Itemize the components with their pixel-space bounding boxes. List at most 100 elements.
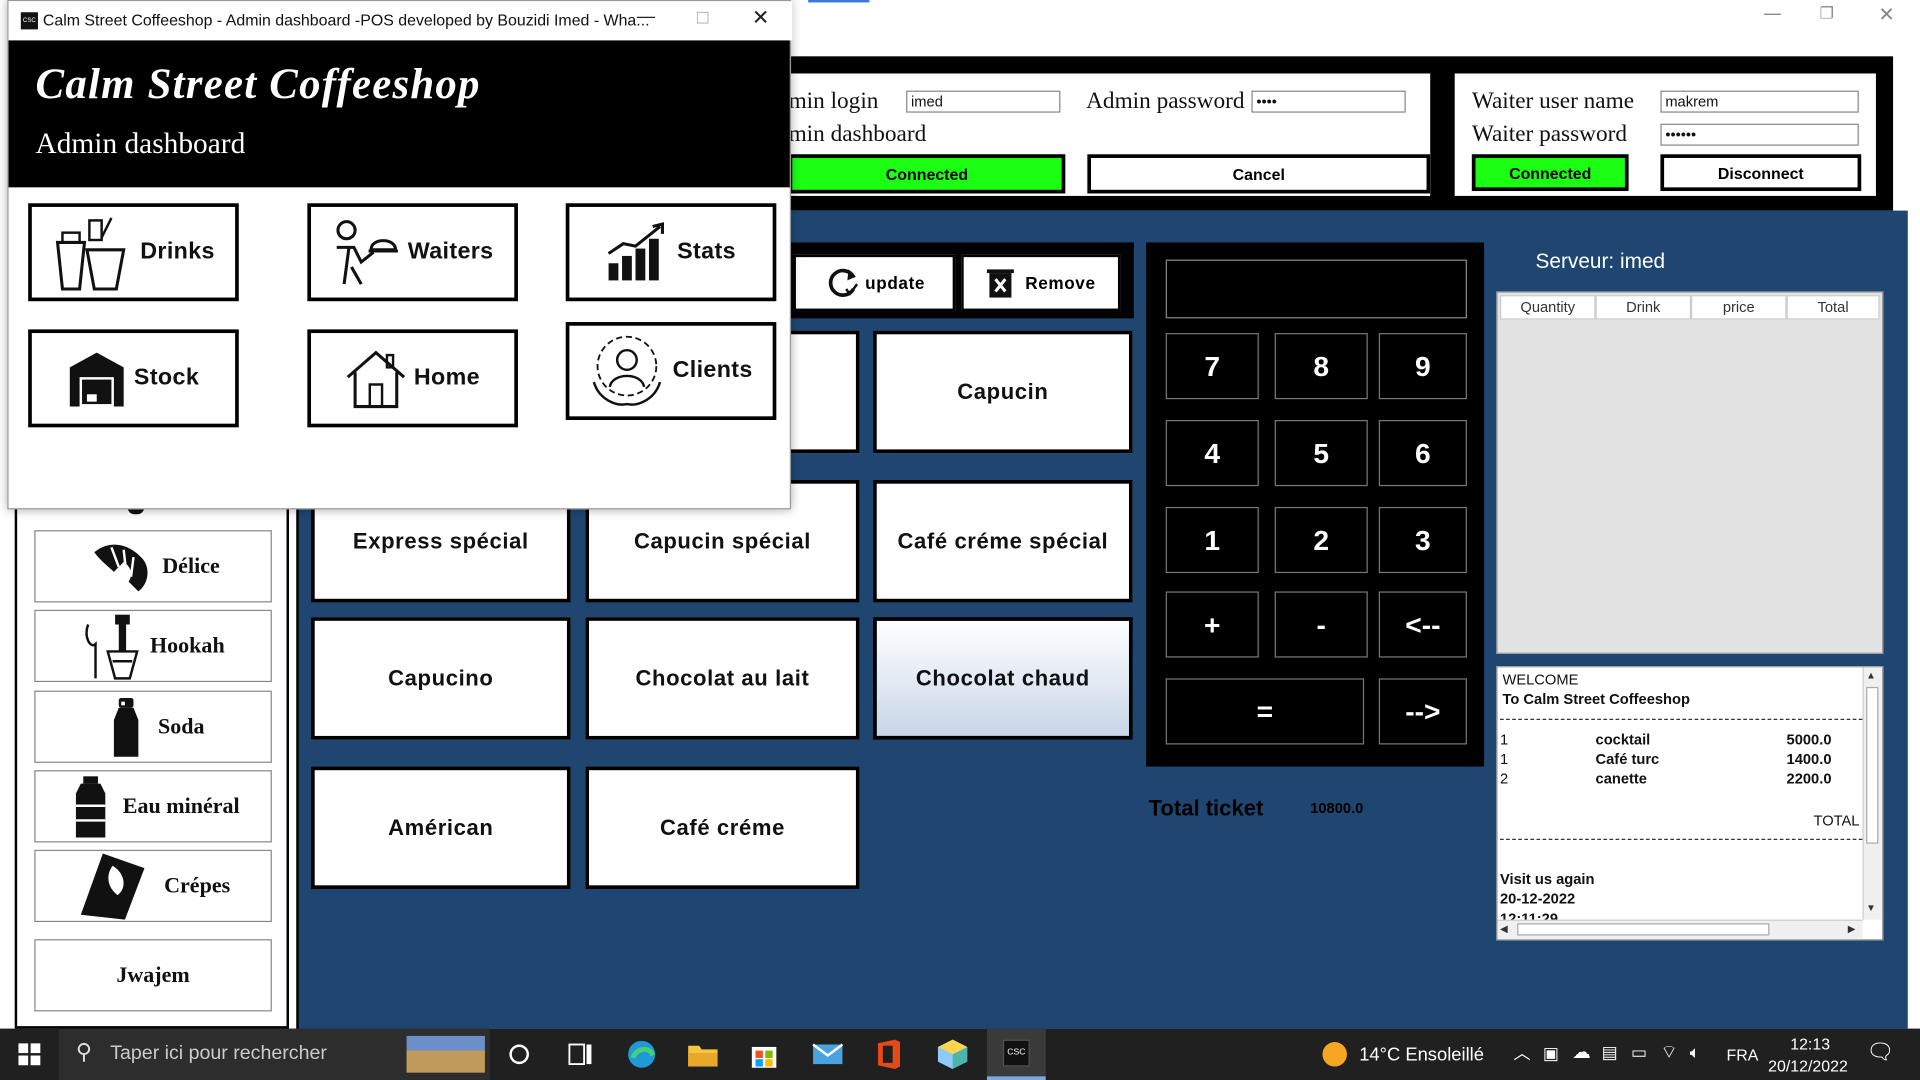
key-1[interactable]: 1	[1165, 506, 1259, 574]
waiter-password-input[interactable]: ••••••	[1660, 123, 1859, 146]
category-jwajem[interactable]: Jwajem	[34, 939, 272, 1012]
admin-connected-button[interactable]: Connected	[788, 154, 1066, 194]
category-hookah[interactable]: Hookah	[34, 609, 272, 683]
drink-button[interactable]: Chocolat chaud	[873, 617, 1133, 740]
dialog-minimize-icon[interactable]: —	[637, 6, 655, 27]
scroll-left-icon[interactable]: ◀	[1500, 923, 1508, 934]
order-table[interactable]: Quantity Drink price Total	[1496, 291, 1884, 654]
clock-date[interactable]: 20/12/2022	[1768, 1057, 1848, 1075]
dialog-close-icon[interactable]: ✕	[752, 6, 769, 30]
keypad-display[interactable]	[1165, 259, 1467, 319]
key-8[interactable]: 8	[1274, 333, 1368, 400]
dialog-maximize-icon: ☐	[695, 8, 710, 27]
key-4[interactable]: 4	[1165, 420, 1259, 487]
key-3[interactable]: 3	[1378, 506, 1467, 574]
drinks-button[interactable]: Drinks	[28, 203, 239, 302]
admin-login-input[interactable]: imed	[906, 90, 1061, 113]
scroll-up-icon[interactable]: ▲	[1866, 670, 1876, 681]
column-header-price[interactable]: price	[1691, 295, 1787, 320]
ticket-horizontal-thumb[interactable]	[1517, 923, 1770, 936]
category-eau-mineral[interactable]: Eau minéral	[34, 770, 272, 843]
weather-text[interactable]: 14°C Ensoleillé	[1359, 1044, 1484, 1065]
drink-button[interactable]: Capucino	[311, 617, 571, 740]
update-button[interactable]: update	[793, 254, 956, 312]
stats-button[interactable]: Stats	[565, 203, 777, 302]
clients-button[interactable]: Clients	[565, 322, 777, 421]
titlebar-accent	[808, 0, 870, 3]
windows-start-icon[interactable]	[0, 1029, 59, 1080]
key-minus[interactable]: -	[1274, 591, 1368, 658]
weather-sun-icon[interactable]	[1322, 1042, 1347, 1067]
drink-button[interactable]: Café créme	[585, 766, 860, 889]
category-delice[interactable]: Délice	[34, 530, 272, 603]
file-explorer-icon[interactable]	[673, 1029, 732, 1080]
key-plus[interactable]: +	[1165, 591, 1259, 658]
drink-button[interactable]: Américan	[311, 766, 571, 889]
drink-button[interactable]: Capucin	[873, 330, 1133, 454]
column-header-drink[interactable]: Drink	[1595, 295, 1692, 320]
meet-now-icon[interactable]: ▣	[1543, 1043, 1559, 1064]
column-header-total[interactable]: Total	[1786, 295, 1880, 320]
scroll-down-icon[interactable]: ▼	[1866, 902, 1876, 913]
admin-dashboard-window: CSC Calm Street Coffeeshop - Admin dashb…	[7, 0, 793, 510]
drinks-icon	[55, 217, 125, 291]
task-view-icon[interactable]	[551, 1029, 610, 1080]
volume-icon[interactable]: 🔈︎	[1690, 1042, 1700, 1063]
csc-app-taskbar-button[interactable]: CSC	[986, 1028, 1046, 1080]
drink-button[interactable]: Café créme spécial	[873, 480, 1133, 603]
key-5[interactable]: 5	[1274, 420, 1368, 487]
office-icon[interactable]	[860, 1029, 919, 1080]
language-indicator[interactable]: FRA	[1727, 1046, 1759, 1064]
cortana-icon[interactable]	[490, 1029, 549, 1080]
restore-icon[interactable]: ❐	[1820, 5, 1834, 23]
ticket-preview[interactable]: WELCOME To Calm Street Coffeeshop 1 cock…	[1496, 666, 1884, 941]
remove-button[interactable]: Remove	[961, 254, 1121, 312]
minimize-icon[interactable]: —	[1763, 2, 1781, 24]
taskbar-search-box[interactable]: ⚲ Taper ici pour rechercher	[58, 1028, 490, 1080]
wifi-icon[interactable]: ⌔	[1660, 1041, 1677, 1064]
home-button[interactable]: Home	[307, 329, 518, 428]
key-enter[interactable]: -->	[1378, 678, 1467, 745]
stock-button[interactable]: Stock	[28, 329, 239, 428]
ticket-qty: 2	[1500, 770, 1509, 788]
battery-icon[interactable]: ▭	[1631, 1042, 1647, 1063]
category-soda[interactable]: Soda	[34, 690, 272, 763]
dialog-titlebar[interactable]: CSC Calm Street Coffeeshop - Admin dashb…	[8, 1, 793, 41]
search-placeholder: Taper ici pour rechercher	[110, 1043, 327, 1065]
category-crepes[interactable]: Crépes	[34, 849, 272, 923]
disconnect-button[interactable]: Disconnect	[1660, 154, 1862, 192]
waiter-user-input[interactable]: makrem	[1660, 90, 1859, 113]
cube-app-icon[interactable]	[923, 1029, 982, 1080]
admin-password-input[interactable]: ••••	[1251, 90, 1406, 113]
stock-label: Stock	[133, 364, 200, 391]
cancel-button[interactable]: Cancel	[1087, 154, 1431, 194]
soda-bottle-icon	[113, 697, 139, 757]
stats-chart-icon	[607, 222, 665, 281]
ticket-horizontal-scrollbar[interactable]: ◀ ▶	[1497, 919, 1863, 940]
notifications-icon[interactable]: 🗨︎	[1866, 1040, 1894, 1066]
ticket-vertical-thumb[interactable]	[1866, 686, 1879, 844]
close-icon[interactable]: ✕	[1878, 2, 1894, 25]
drink-button[interactable]: Chocolat au lait	[585, 617, 860, 740]
waiters-button[interactable]: Waiters	[307, 203, 518, 302]
waiter-connected-button[interactable]: Connected	[1471, 154, 1629, 192]
onedrive-cloud-icon[interactable]: ☁	[1572, 1041, 1590, 1063]
category-sidebar: Délice Hookah Soda Eau minéral Crépes Jw…	[14, 455, 289, 1029]
mail-icon[interactable]	[798, 1029, 857, 1080]
key-9[interactable]: 9	[1378, 333, 1467, 400]
show-hidden-icons-icon[interactable]: ︿	[1513, 1041, 1530, 1065]
key-equals[interactable]: =	[1165, 678, 1365, 745]
store-icon[interactable]	[735, 1029, 794, 1080]
key-7[interactable]: 7	[1165, 333, 1259, 400]
key-backspace[interactable]: <--	[1378, 591, 1467, 658]
display-icon[interactable]: ▤	[1602, 1042, 1618, 1063]
clock-time[interactable]: 12:13	[1790, 1035, 1830, 1053]
scroll-right-icon[interactable]: ▶	[1848, 923, 1856, 934]
column-header-quantity[interactable]: Quantity	[1500, 295, 1596, 320]
ticket-price: 5000.0	[1786, 731, 1832, 749]
edge-browser-icon[interactable]	[612, 1029, 671, 1080]
key-6[interactable]: 6	[1378, 420, 1467, 487]
key-2[interactable]: 2	[1274, 506, 1368, 574]
dialog-subtitle: Admin dashboard	[35, 128, 246, 161]
ticket-vertical-scrollbar[interactable]: ▲ ▼	[1862, 667, 1883, 920]
